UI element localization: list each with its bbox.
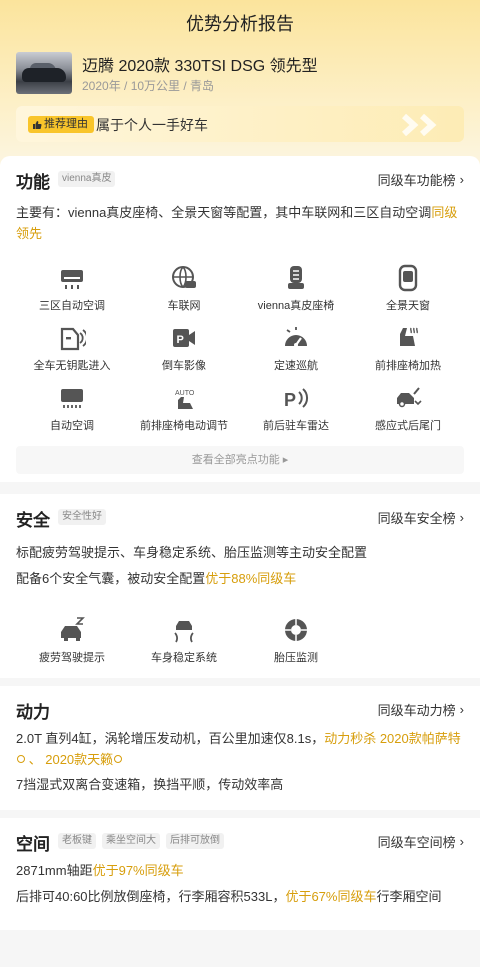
safety-passive-text: 配备6个安全气囊，被动安全配置优于88%同级车 [16,571,297,586]
svg-text:P: P [284,390,296,410]
power-section: 动力 同级车动力榜 › 2.0T 直列4缸，涡轮增压发动机，百公里加速仅8.1s，… [0,686,480,810]
chevron-right-icon: › [459,702,464,717]
auto-ac-icon [61,389,83,408]
feature-item[interactable]: 前排座椅加热 [352,324,464,373]
feature-item[interactable]: 全景天窗 [352,264,464,313]
safety-tag: 安全性好 [58,509,106,525]
safety-section: 安全 安全性好 同级车安全榜 › 标配疲劳驾驶提示、车身稳定系统、胎压监测等主动安… [0,494,480,678]
passat-link[interactable]: 动力秒杀 2020款帕萨特 [324,731,461,746]
stability-control-icon [174,621,194,643]
power-tailgate-icon [397,387,422,408]
car-thumbnail[interactable] [16,52,72,94]
features-title: 功能 [16,173,50,192]
safety-active-text: 标配疲劳驾驶提示、车身稳定系统、胎压监测等主动安全配置 [16,545,368,560]
teana-link[interactable]: 2020款天籁 [45,752,113,767]
safety-item[interactable]: 车身稳定系统 [128,616,240,665]
space-trunk-text: 后排可40:60比例放倒座椅，行李厢容积533L，优于67%同级车行李厢空间 [16,889,442,904]
feature-item[interactable]: 感应式后尾门 [352,384,464,433]
safety-rank-link[interactable]: 同级车安全榜 › [378,508,464,527]
chevron-right-icon: › [459,510,464,525]
leather-seat-icon [288,266,304,289]
space-tag: 乘坐空间大 [102,833,160,849]
search-icon [17,755,25,763]
power-gearbox-text: 7挡湿式双离合变速箱，换挡平顺，传动效率高 [16,777,284,792]
connected-car-icon [172,266,196,288]
feature-item[interactable]: 全车无钥匙进入 [16,324,128,373]
power-engine-text: 2.0T 直列4缸，涡轮增压发动机，百公里加速仅8.1s，动力秒杀 2020款帕… [16,731,461,767]
safety-item[interactable]: 胎压监测 [240,616,352,665]
space-title: 空间 [16,835,50,854]
features-rank-link[interactable]: 同级车功能榜 › [378,170,464,189]
svg-text:AUTO: AUTO [175,390,195,397]
car-meta: 2020年 / 10万公里 / 青岛 [82,79,215,93]
fatigue-warning-icon [61,617,85,641]
page-title: 优势分析报告 [186,14,294,34]
air-conditioner-icon [61,270,83,289]
features-tag: vienna真皮 [58,171,116,187]
power-title: 动力 [16,703,50,722]
feature-item[interactable]: 自动空调 [16,384,128,433]
keyless-entry-icon [60,327,86,351]
recommend-reason-banner: 推荐理由 属于个人一手好车 [16,106,464,142]
feature-item[interactable]: AUTO 前排座椅电动调节 [128,384,240,433]
space-rank-link[interactable]: 同级车空间榜 › [378,832,464,851]
cruise-control-icon [285,327,307,347]
reverse-camera-icon: P [173,329,195,347]
chevron-right-icon: › [459,834,464,849]
seat-heating-icon [400,327,418,346]
car-name: 迈腾 2020款 330TSI DSG 领先型 [82,58,318,75]
tire-pressure-icon [285,619,307,641]
space-tag: 后排可放倒 [166,833,224,849]
feature-item[interactable]: 车联网 [128,264,240,313]
space-tag: 老板键 [58,833,96,849]
feature-item[interactable]: P 倒车影像 [128,324,240,373]
chevrons-decoration-icon [401,114,437,136]
feature-item[interactable]: P 前后驻车雷达 [240,384,352,433]
car-summary[interactable]: 迈腾 2020款 330TSI DSG 领先型 2020年 / 10万公里 / … [16,52,464,96]
sunroof-icon [398,264,418,292]
space-section: 空间 老板键 乘坐空间大 后排可放倒 同级车空间榜 › 2871mm轴距优于97%… [0,818,480,930]
search-icon [114,755,123,763]
feature-item[interactable]: vienna真皮座椅 [240,264,352,313]
power-seat-icon: AUTO [175,390,195,409]
features-section: 功能 vienna真皮 同级车功能榜 › 主要有：vienna真皮座椅、全景天窗等… [0,156,480,482]
safety-title: 安全 [16,511,50,530]
features-description: 主要有：vienna真皮座椅、全景天窗等配置，其中车联网和三区自动空调同级领先 [16,205,458,241]
chevron-right-icon: › [459,172,464,187]
power-rank-link[interactable]: 同级车动力榜 › [378,700,464,719]
feature-item[interactable]: 三区自动空调 [16,264,128,313]
parking-radar-icon: P [284,388,309,410]
feature-item[interactable]: 定速巡航 [240,324,352,373]
recommend-text: 属于个人一手好车 [96,117,208,133]
svg-text:P: P [177,334,184,346]
safety-item[interactable]: 疲劳驾驶提示 [16,616,128,665]
thumbs-up-icon [33,120,42,129]
space-wheelbase-text: 2871mm轴距优于97%同级车 [16,863,184,878]
view-all-features-button[interactable]: 查看全部亮点功能 ▸ [16,446,464,474]
recommend-badge: 推荐理由 [28,116,94,133]
